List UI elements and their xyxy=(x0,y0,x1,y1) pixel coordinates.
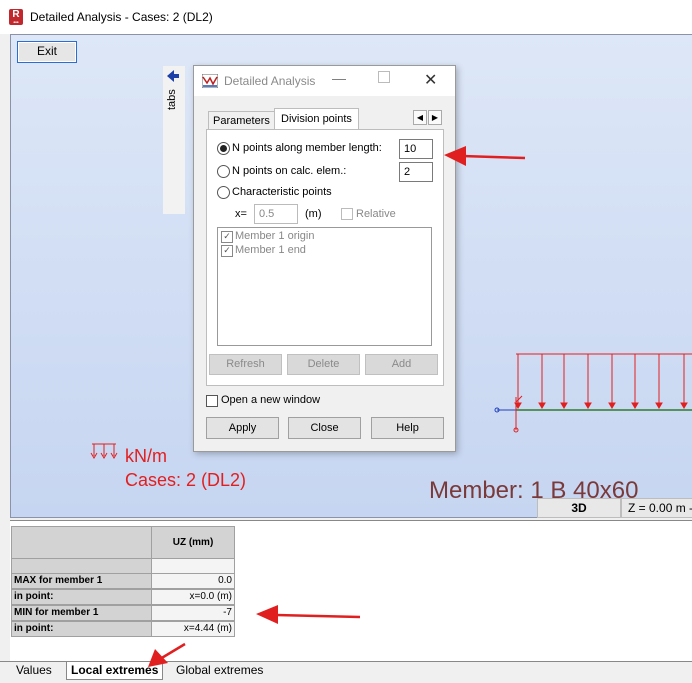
annotation-arrows xyxy=(148,146,526,667)
